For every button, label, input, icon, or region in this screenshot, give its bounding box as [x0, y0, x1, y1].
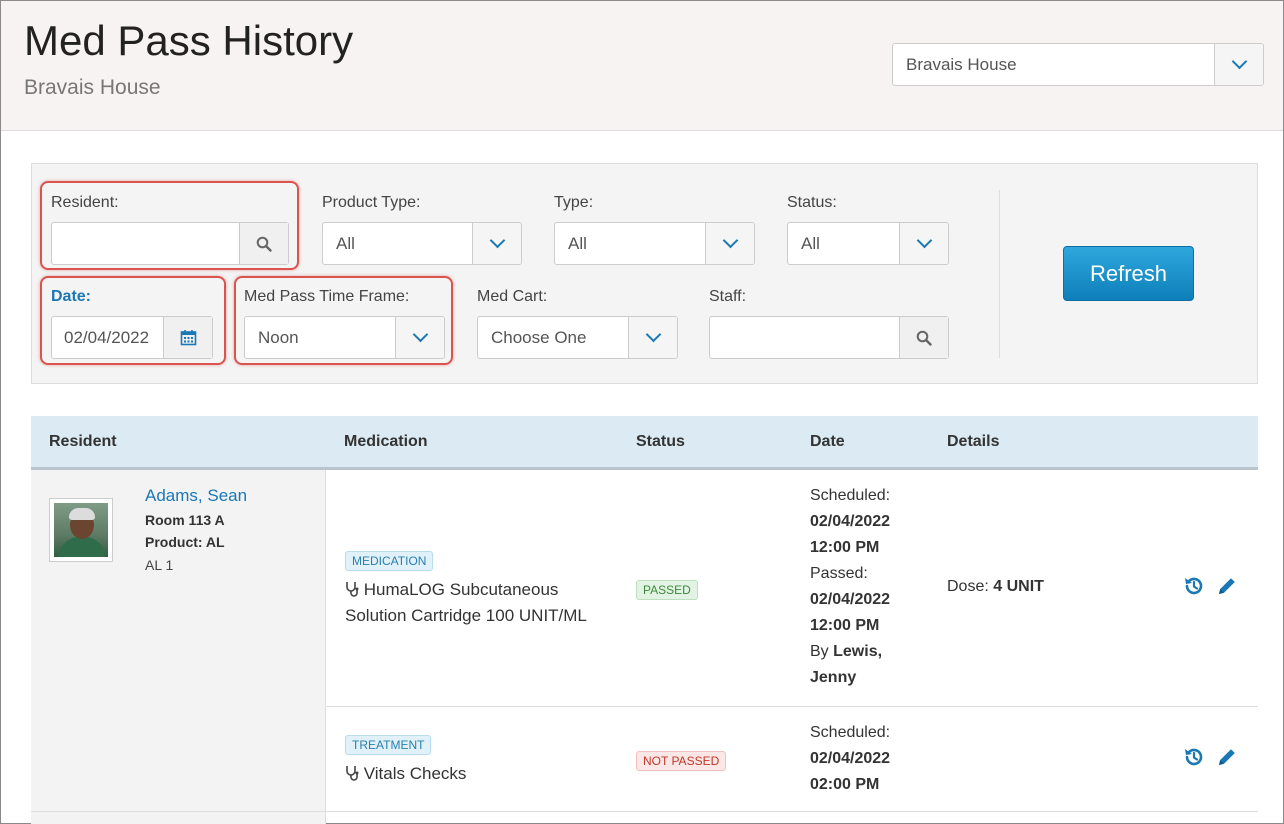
date-info: Scheduled: 02/04/2022 12:00 PM Passed: 0…: [810, 483, 890, 691]
pencil-icon[interactable]: [1214, 573, 1240, 599]
med-cart-label: Med Cart:: [477, 288, 548, 305]
status-select[interactable]: All: [787, 222, 949, 265]
resident-product: Product: AL: [145, 534, 225, 550]
col-details[interactable]: Details: [947, 433, 999, 451]
scheduled-label: Scheduled:: [810, 487, 891, 504]
dose-label: Dose:: [947, 578, 989, 595]
category-badge: TREATMENT: [345, 735, 432, 755]
table-header: Resident Medication Status Date Details: [31, 416, 1258, 470]
resident-room: Room 113 A: [145, 512, 225, 528]
resident-highlight: [40, 181, 299, 270]
chevron-down-icon[interactable]: [705, 223, 754, 264]
scheduled-time: 12:00 PM: [810, 539, 880, 556]
page-subtitle: Bravais House: [24, 76, 161, 99]
med-cart-select[interactable]: Choose One: [477, 316, 678, 359]
dose-value: 4 UNIT: [993, 578, 1044, 595]
status-label: Status:: [787, 194, 837, 211]
scheduled-date: 02/04/2022: [810, 750, 891, 767]
history-icon[interactable]: [1181, 573, 1207, 599]
medication-name-line1: Vitals Checks: [363, 764, 467, 783]
col-resident[interactable]: Resident: [49, 433, 117, 451]
type-value: All: [568, 233, 587, 253]
page-title: Med Pass History: [24, 17, 354, 64]
staff-label: Staff:: [709, 288, 747, 305]
dose-details: Dose: 4 UNIT: [947, 578, 1044, 596]
avatar: [49, 498, 113, 562]
staff-name-2: Jenny: [810, 669, 857, 686]
facility-select-value: Bravais House: [906, 54, 1017, 74]
col-status[interactable]: Status: [636, 433, 685, 451]
staff-search[interactable]: [709, 316, 949, 359]
stethoscope-icon: [346, 766, 359, 781]
staff-input[interactable]: [710, 317, 899, 358]
med-cart-value: Choose One: [491, 327, 587, 347]
status-badge: NOT PASSED: [636, 751, 727, 771]
passed-date: 02/04/2022: [810, 591, 891, 608]
status-badge: PASSED: [636, 580, 698, 600]
col-medication[interactable]: Medication: [344, 433, 428, 451]
time-frame-highlight: [234, 276, 453, 365]
type-label: Type:: [554, 194, 594, 211]
scheduled-date: 02/04/2022: [810, 513, 891, 530]
medication-name: Vitals Checks: [345, 761, 466, 787]
resident-name-link[interactable]: Adams, Sean: [145, 486, 247, 506]
by-label: By: [810, 643, 829, 660]
product-type-value: All: [336, 233, 355, 253]
page-header: Med Pass History Bravais House Bravais H…: [1, 1, 1283, 131]
product-type-label: Product Type:: [322, 194, 421, 211]
type-select[interactable]: All: [554, 222, 755, 265]
medication-name-line2: Solution Cartridge 100 UNIT/ML: [345, 606, 587, 625]
medication-name: HumaLOG Subcutaneous Solution Cartridge …: [345, 577, 587, 629]
filter-divider: [999, 190, 1000, 358]
passed-label: Passed:: [810, 565, 868, 582]
row-divider: [31, 811, 1258, 812]
facility-select[interactable]: Bravais House: [892, 43, 1264, 86]
resident-level: AL 1: [145, 557, 174, 573]
date-info: Scheduled: 02/04/2022 02:00 PM: [810, 720, 890, 798]
stethoscope-icon: [346, 582, 359, 597]
product-type-select[interactable]: All: [322, 222, 522, 265]
chevron-down-icon[interactable]: [1214, 44, 1263, 85]
chevron-down-icon[interactable]: [628, 317, 677, 358]
row-divider: [326, 706, 1258, 707]
history-icon[interactable]: [1181, 744, 1207, 770]
chevron-down-icon[interactable]: [472, 223, 521, 264]
category-badge: MEDICATION: [345, 551, 434, 571]
chevron-down-icon[interactable]: [899, 223, 948, 264]
medication-name-line1: HumaLOG Subcutaneous: [363, 580, 559, 599]
search-icon[interactable]: [899, 317, 948, 358]
pencil-icon[interactable]: [1214, 744, 1240, 770]
refresh-button[interactable]: Refresh: [1063, 246, 1194, 301]
staff-name-1: Lewis,: [833, 643, 883, 660]
passed-time: 12:00 PM: [810, 617, 880, 634]
status-value: All: [801, 233, 820, 253]
date-highlight: [40, 276, 226, 365]
scheduled-label: Scheduled:: [810, 724, 891, 741]
resident-cell: Adams, Sean Room 113 A Product: AL AL 1: [31, 470, 326, 824]
col-date[interactable]: Date: [810, 433, 845, 451]
scheduled-time: 02:00 PM: [810, 776, 880, 793]
